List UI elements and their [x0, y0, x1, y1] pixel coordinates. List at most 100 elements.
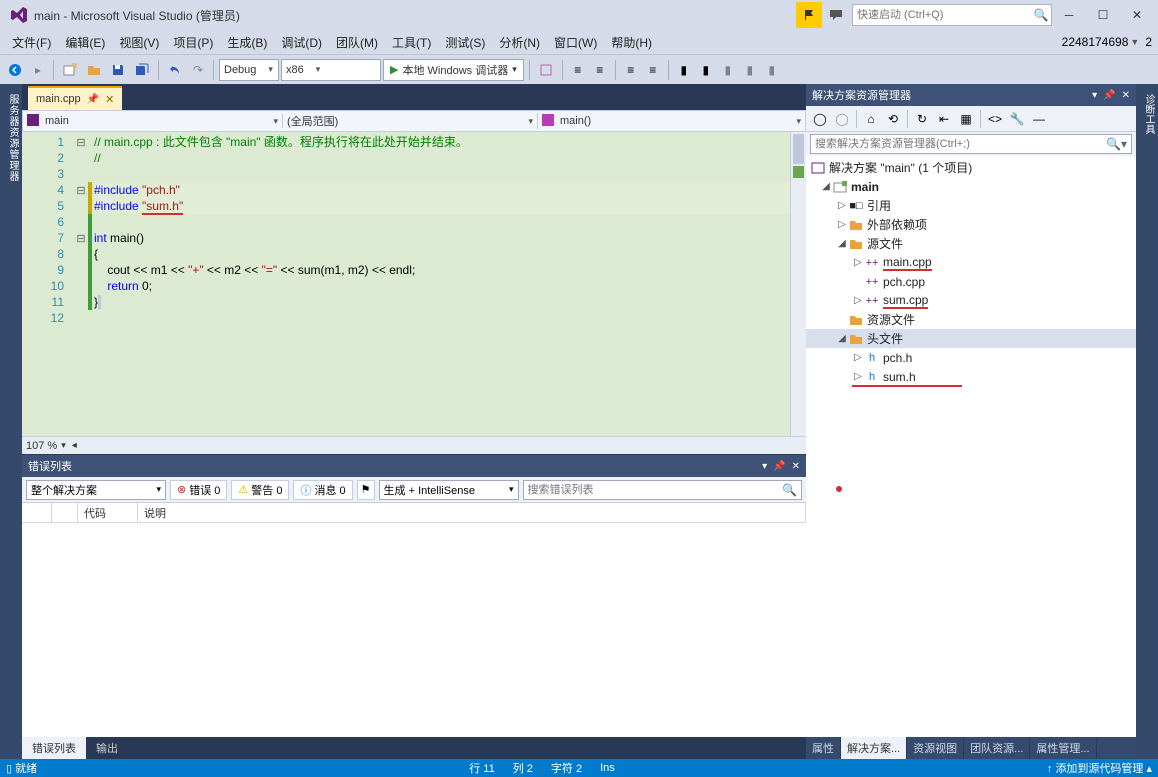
menu-analyze[interactable]: 分析(N)	[493, 32, 546, 53]
tool-btn-1[interactable]	[535, 59, 557, 81]
rtab-solution[interactable]: 解决方案...	[841, 737, 907, 759]
rtab-team[interactable]: 团队资源...	[964, 737, 1030, 759]
quick-launch-input[interactable]	[853, 9, 1031, 21]
server-explorer-tab[interactable]: 服务器资源管理器	[3, 90, 22, 757]
expander-icon[interactable]: ◢	[820, 181, 832, 192]
nav-region[interactable]: (全局范围)▾	[283, 113, 538, 129]
filter-btn[interactable]: ⚑	[357, 480, 375, 500]
user-dropdown-arrow[interactable]: ▼	[1130, 37, 1139, 47]
panel-dropdown-icon[interactable]: ▾	[1092, 90, 1097, 101]
tool-btn-b[interactable]: ▮	[740, 59, 760, 81]
expander-icon[interactable]: ▷	[852, 257, 864, 268]
vertical-scrollbar[interactable]	[790, 132, 806, 436]
tool-btn-c[interactable]: ▮	[762, 59, 782, 81]
indent-inc-button[interactable]: ≡	[643, 59, 663, 81]
expander-icon[interactable]: ◢	[836, 333, 848, 344]
status-scm[interactable]: ↑ 添加到源代码管理 ▴	[1047, 760, 1152, 776]
zoom-level[interactable]: 107 %	[26, 440, 57, 452]
menu-debug[interactable]: 调试(D)	[275, 32, 328, 53]
nav-fwd-button[interactable]: ▸	[28, 59, 48, 81]
menu-project[interactable]: 项目(P)	[167, 32, 219, 53]
expander-icon[interactable]: ▷	[852, 371, 864, 382]
undo-button[interactable]	[164, 59, 186, 81]
rtab-propmgr[interactable]: 属性管理...	[1030, 737, 1096, 759]
code-editor[interactable]: 123456789101112 ⊟⊟⊟ // main.cpp : 此文件包含 …	[22, 132, 806, 436]
code-area[interactable]: // main.cpp : 此文件包含 "main" 函数。程序执行将在此处开始…	[92, 132, 790, 436]
search-icon[interactable]: 🔍▾	[1102, 137, 1131, 151]
expander-icon[interactable]: ◢	[836, 238, 848, 249]
tab-output[interactable]: 输出	[86, 737, 128, 759]
expander-icon[interactable]: ▷	[852, 352, 864, 363]
tool-btn-2[interactable]: ≡	[568, 59, 588, 81]
col-code[interactable]: 代码	[78, 503, 138, 522]
config-dropdown[interactable]: Debug▾	[219, 59, 279, 81]
menu-window[interactable]: 窗口(W)	[548, 32, 603, 53]
expander-icon[interactable]: ▷	[836, 200, 848, 211]
toolbox-tab[interactable]: 工具箱	[0, 90, 3, 757]
minimize-button[interactable]: ─	[1052, 2, 1086, 28]
nav-scope[interactable]: main▾	[23, 114, 283, 128]
save-all-button[interactable]	[131, 59, 153, 81]
diagnostic-tab[interactable]: 诊断工具	[1139, 90, 1158, 759]
rtab-resview[interactable]: 资源视图	[907, 737, 964, 759]
nav-func[interactable]: main()▾	[538, 114, 805, 128]
messages-toggle[interactable]: ⓘ消息 0	[293, 480, 352, 500]
errors-toggle[interactable]: ⊗错误 0	[170, 480, 227, 500]
panel-close-icon[interactable]: ✕	[792, 461, 800, 472]
expander-icon[interactable]: ▷	[836, 219, 848, 230]
rtab-props[interactable]: 属性	[806, 737, 841, 759]
error-scope-dropdown[interactable]: 整个解决方案▾	[26, 480, 166, 500]
feedback-icon[interactable]	[826, 5, 846, 25]
error-list-header[interactable]: 错误列表 ▾ 📌 ✕	[22, 455, 806, 477]
home-icon[interactable]: ⌂	[861, 109, 881, 129]
back-icon[interactable]: ◯	[810, 109, 830, 129]
menu-file[interactable]: 文件(F)	[6, 32, 57, 53]
menu-view[interactable]: 视图(V)	[113, 32, 165, 53]
expander-icon[interactable]: ▷	[852, 295, 864, 306]
error-search[interactable]: 🔍	[523, 480, 802, 500]
avatar[interactable]: 2	[1145, 35, 1152, 49]
refresh-icon[interactable]: ↻	[912, 109, 932, 129]
panel-pin-icon[interactable]: 📌	[773, 461, 785, 472]
panel-pin-icon[interactable]: 📌	[1103, 90, 1115, 101]
new-project-button[interactable]	[59, 59, 81, 81]
solution-tree[interactable]: 解决方案 "main" (1 个项目) ◢main ▷■□引用 ▷外部依赖项 ◢…	[806, 156, 1136, 737]
warnings-toggle[interactable]: ⚠警告 0	[231, 480, 289, 500]
quick-launch[interactable]: 🔍	[852, 4, 1052, 26]
menu-tools[interactable]: 工具(T)	[386, 32, 437, 53]
panel-dropdown-icon[interactable]: ▾	[762, 461, 767, 472]
close-button[interactable]: ✕	[1120, 2, 1154, 28]
search-icon[interactable]: 🔍	[1031, 8, 1051, 22]
bookmark-button[interactable]: ▮	[696, 59, 716, 81]
search-icon[interactable]: 🔍	[778, 483, 801, 497]
zoom-arrow[interactable]: ▾	[61, 440, 66, 451]
menu-help[interactable]: 帮助(H)	[605, 32, 658, 53]
properties-icon[interactable]: 🔧	[1007, 109, 1027, 129]
panel-close-icon[interactable]: ✕	[1122, 90, 1130, 101]
more-icon[interactable]: ―	[1029, 109, 1049, 129]
tab-errorlist[interactable]: 错误列表	[22, 737, 86, 759]
fwd-icon[interactable]: ◯	[832, 109, 852, 129]
error-source-dropdown[interactable]: 生成 + IntelliSense▾	[379, 480, 519, 500]
nav-back-button[interactable]	[4, 59, 26, 81]
maximize-button[interactable]: ☐	[1086, 2, 1120, 28]
tool-btn-3[interactable]: ≡	[590, 59, 610, 81]
col-desc[interactable]: 说明	[138, 503, 806, 522]
hscroll-left[interactable]: ◂	[72, 440, 77, 451]
menu-edit[interactable]: 编辑(E)	[59, 32, 111, 53]
code-icon[interactable]: <>	[985, 109, 1005, 129]
pin-icon[interactable]: 📌	[87, 94, 99, 105]
error-grid[interactable]: 代码 说明	[22, 503, 806, 737]
col-severity[interactable]	[52, 503, 78, 522]
tool-btn-a[interactable]: ▮	[718, 59, 738, 81]
comment-button[interactable]: ▮	[674, 59, 694, 81]
col-icon[interactable]	[22, 503, 52, 522]
horizontal-scrollbar[interactable]	[81, 439, 802, 453]
notification-flag-icon[interactable]	[796, 2, 822, 28]
tab-close-icon[interactable]: ✕	[105, 93, 114, 106]
showall-icon[interactable]: ▦	[956, 109, 976, 129]
open-file-button[interactable]	[83, 59, 105, 81]
collapse-icon[interactable]: ⇤	[934, 109, 954, 129]
menu-build[interactable]: 生成(B)	[221, 32, 273, 53]
sync-icon[interactable]: ⟲	[883, 109, 903, 129]
